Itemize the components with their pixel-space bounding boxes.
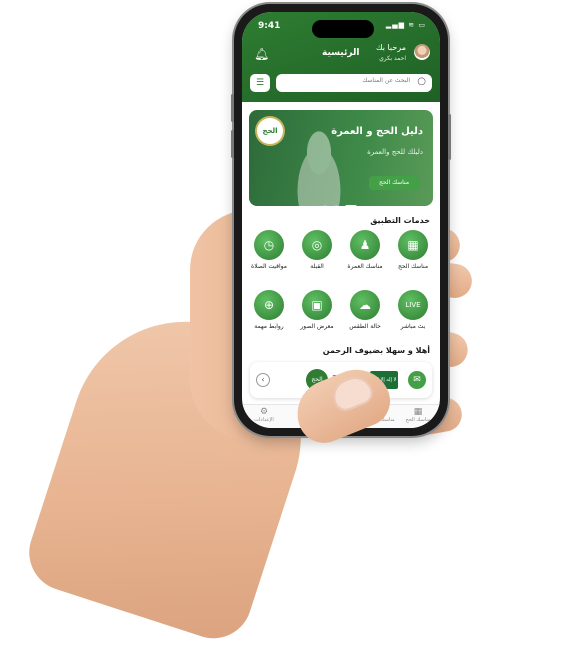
service-qibla[interactable]: ◎ القبلة xyxy=(294,230,340,270)
service-label: بث مباشر xyxy=(400,323,426,330)
clock-icon: ◷ xyxy=(254,230,284,260)
service-gallery[interactable]: ▣ معرض الصور xyxy=(294,290,340,330)
nav-item-hajj[interactable]: ▦ مناسك الحج xyxy=(398,407,438,423)
search-box[interactable]: ○ xyxy=(276,74,432,92)
search-icon: ○ xyxy=(417,76,426,87)
service-label: القبلة xyxy=(310,263,324,270)
greeting-text: مرحبا بك xyxy=(375,43,406,52)
compass-icon: ◎ xyxy=(302,230,332,260)
user-name: احمد بكري xyxy=(379,55,406,62)
search-input[interactable] xyxy=(288,76,412,85)
live-tv-icon: LIVE xyxy=(398,290,428,320)
gallery-icon: ▣ xyxy=(302,290,332,320)
weather-icon: ☁ xyxy=(350,290,380,320)
phone-device: 9:41 ▂▄▆ ≋ ▭ 🔔︎ الرئيسية مرحبا بك احمد ب… xyxy=(231,4,451,436)
service-label: حالة الطقس xyxy=(349,323,381,330)
hajj-logo: الحج xyxy=(257,118,283,144)
service-label: مناسك الحج xyxy=(397,263,429,270)
nav-label: مناسك الحج xyxy=(405,417,431,423)
carousel-dot[interactable] xyxy=(323,204,327,206)
service-label: معرض الصور xyxy=(300,323,334,330)
banner-title: دليل الحج و العمرة xyxy=(331,126,423,137)
banner-subtitle: دليلك للحج والعمرة xyxy=(367,148,423,156)
kaaba-icon: ▦ xyxy=(413,407,423,417)
phone-side-button xyxy=(231,94,234,122)
pilgrim-image xyxy=(289,130,349,206)
page-title: الرئيسية xyxy=(322,48,360,58)
chevron-left-icon[interactable]: ‹ xyxy=(256,373,270,387)
phone-side-button xyxy=(231,130,234,158)
service-weather[interactable]: ☁ حالة الطقس xyxy=(342,290,388,330)
filter-button[interactable]: ☰ xyxy=(250,74,270,92)
kaaba-icon: ▦ xyxy=(398,230,428,260)
carousel-dots xyxy=(323,196,359,206)
service-umrah[interactable]: ♟ مناسك العمرة xyxy=(342,230,388,270)
service-label: روابط مهمة xyxy=(254,323,284,330)
pilgrims-icon: ♟ xyxy=(350,230,380,260)
dynamic-island xyxy=(312,20,374,38)
services-title: خدمات التطبيق xyxy=(370,216,430,225)
service-prayer-times[interactable]: ◷ مواقيت الصلاة xyxy=(246,230,292,270)
service-live[interactable]: LIVE بث مباشر xyxy=(390,290,436,330)
service-label: مناسك العمرة xyxy=(347,263,383,270)
service-label: مواقيت الصلاة xyxy=(251,263,287,270)
app-screen: 9:41 ▂▄▆ ≋ ▭ 🔔︎ الرئيسية مرحبا بك احمد ب… xyxy=(242,12,440,428)
status-icons: ▂▄▆ ≋ ▭ xyxy=(385,21,426,29)
hero-banner[interactable]: الحج دليل الحج و العمرة دليلك للحج والعم… xyxy=(249,110,433,206)
service-links[interactable]: ⊕ روابط مهمة xyxy=(246,290,292,330)
globe-link-icon: ⊕ xyxy=(254,290,284,320)
avatar[interactable] xyxy=(414,44,430,60)
banner-cta-button[interactable]: مناسك الحج xyxy=(369,176,419,190)
chat-icon[interactable]: ✉ xyxy=(408,371,426,389)
nav-label: الإعدادات xyxy=(254,417,274,423)
service-hajj[interactable]: ▦ مناسك الحج xyxy=(390,230,436,270)
phone-power-button xyxy=(448,114,451,160)
sliders-icon: ☰ xyxy=(255,78,265,88)
welcome-title: أهلا و سهلا بضيوف الرحمن xyxy=(322,346,430,355)
carousel-dot-active[interactable] xyxy=(345,204,358,206)
nav-item-settings[interactable]: ⚙ الإعدادات xyxy=(244,407,284,423)
gear-icon: ⚙ xyxy=(259,407,269,417)
bell-icon[interactable]: 🔔︎ xyxy=(254,47,269,61)
carousel-dot[interactable] xyxy=(334,204,339,206)
status-time: 9:41 xyxy=(258,21,281,31)
